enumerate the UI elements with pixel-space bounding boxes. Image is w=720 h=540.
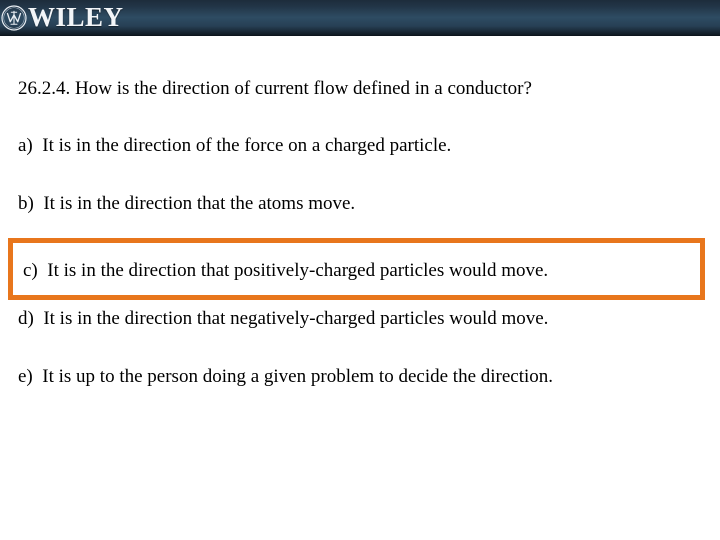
answer-option-a-text: It is in the direction of the force on a…	[42, 135, 452, 156]
wiley-crest-icon	[1, 5, 27, 31]
question-text: 26.2.4. How is the direction of current …	[18, 78, 532, 99]
answer-option-e-label: e)	[18, 366, 43, 387]
wiley-logo: WILEY	[0, 0, 124, 36]
answer-option-a[interactable]: a) It is in the direction of the force o…	[18, 135, 708, 158]
answer-option-b[interactable]: b) It is in the direction that the atoms…	[18, 193, 708, 216]
answer-option-e[interactable]: e) It is up to the person doing a given …	[18, 366, 708, 389]
answer-option-b-label: b)	[18, 193, 44, 214]
answer-option-c-label: c)	[23, 260, 48, 281]
brand-header: WILEY	[0, 0, 720, 36]
answer-option-a-label: a)	[18, 135, 43, 156]
answer-option-c-text: It is in the direction that positively-c…	[47, 260, 549, 281]
answer-option-b-text: It is in the direction that the atoms mo…	[43, 193, 356, 214]
answer-option-d[interactable]: d) It is in the direction that negativel…	[18, 308, 708, 331]
wiley-wordmark: WILEY	[28, 1, 124, 32]
answer-option-c[interactable]: c) It is in the direction that positivel…	[23, 260, 548, 283]
correct-answer-highlight-box[interactable]: c) It is in the direction that positivel…	[8, 238, 705, 300]
slide-content-area: 26.2.4. How is the direction of current …	[0, 36, 720, 540]
answer-option-d-text: It is in the direction that negatively-c…	[43, 308, 549, 329]
answer-option-d-label: d)	[18, 308, 44, 329]
answer-option-e-text: It is up to the person doing a given pro…	[42, 366, 554, 387]
